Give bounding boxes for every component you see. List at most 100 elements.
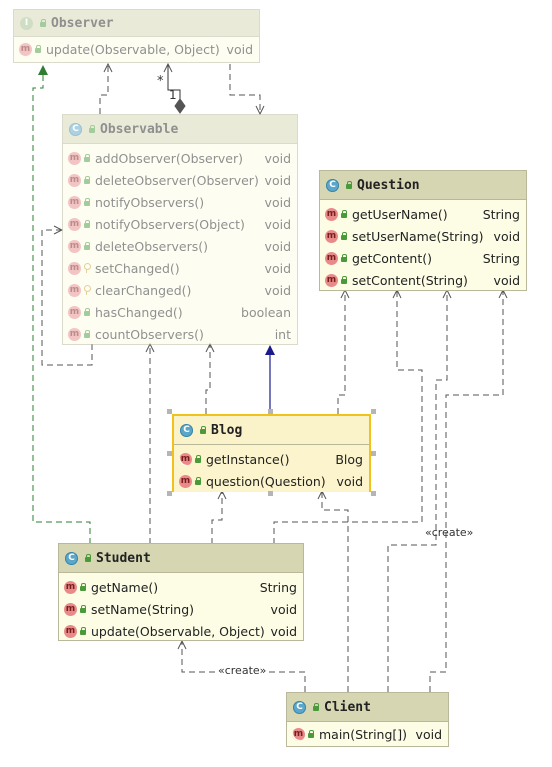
method-row[interactable]: m countObservers() int [63,323,297,345]
dependency-student-blog [211,491,222,544]
public-lock-icon [83,308,91,316]
public-lock-icon [79,627,87,635]
public-lock-icon [83,220,91,228]
public-lock-icon [83,154,91,162]
method-row[interactable]: m update(Observable, Object) void [14,38,259,60]
method-row[interactable]: m deleteObserver(Observer) void [63,169,297,191]
method-name: addObserver(Observer) [95,150,243,166]
method-icon: m [68,261,81,275]
method-icon: m [325,229,338,243]
method-return-type: void [415,726,442,742]
method-row[interactable]: m getName() String [59,576,303,598]
public-lock-icon [340,254,348,262]
method-icon: m [325,207,338,221]
selection-handle[interactable] [371,491,376,496]
method-row[interactable]: m setUserName(String) void [320,225,526,247]
public-lock-icon [199,426,207,434]
method-row[interactable]: m addObserver(Observer) void [63,147,297,169]
selection-handle[interactable] [268,409,273,414]
selection-handle[interactable] [167,409,172,414]
method-name: notifyObservers() [95,194,205,210]
method-row[interactable]: m hasChanged() boolean [63,301,297,323]
method-icon: m [179,474,192,488]
method-name: countObservers() [95,326,204,342]
public-lock-icon [34,45,42,53]
method-return-type: String [482,206,520,222]
public-lock-icon [79,605,87,613]
method-icon: m [19,42,32,56]
method-name: deleteObserver(Observer) [95,172,259,188]
public-lock-icon [88,125,96,133]
class-icon: C [326,178,339,192]
method-row[interactable]: m deleteObservers() void [63,235,297,257]
method-name: setContent(String) [352,272,468,288]
method-row[interactable]: m getUserName() String [320,203,526,225]
selection-handle[interactable] [371,409,376,414]
selection-handle[interactable] [167,451,172,456]
method-return-type: void [264,238,291,254]
method-row[interactable]: m setName(String) void [59,598,303,620]
class-icon: C [69,122,82,136]
method-row[interactable]: m notifyObservers() void [63,191,297,213]
selection-handle[interactable] [371,451,376,456]
method-name: main(String[]) [319,726,408,742]
class-client-header: C Client [287,693,448,722]
multiplicity-one-label: 1 [169,88,177,102]
dependency-client-blog [322,491,349,692]
method-name: update(Observable, Object) [91,623,265,639]
method-name: hasChanged() [95,304,183,320]
method-return-type: String [259,579,297,595]
method-row[interactable]: m getInstance() Blog [174,448,369,470]
method-row[interactable]: m clearChanged() void [63,279,297,301]
public-lock-icon [194,455,202,463]
method-icon: m [64,624,77,638]
class-student[interactable]: C Student m getName() String m setName(Strin… [58,543,304,641]
method-return-type: void [264,260,291,276]
method-name: question(Question) [206,473,326,489]
class-question[interactable]: C Question m getUserName() String m setUserN… [319,170,527,291]
dependency-blog-observable-1 [205,344,210,414]
class-blog[interactable]: C Blog m getInstance() Blog m question(Quest… [172,414,371,492]
dependency-blog-question [337,290,345,414]
method-row[interactable]: m setChanged() void [63,257,297,279]
method-icon: m [68,327,81,341]
method-row[interactable]: m question(Question) void [174,470,369,492]
dependency-observer-observable [229,64,260,114]
static-method-icon: m [179,452,192,466]
class-icon: C [65,551,78,565]
class-observable[interactable]: C Observable m addObserver(Observer) void m… [62,114,298,345]
method-name: setChanged() [95,260,180,276]
public-lock-icon [340,210,348,218]
method-row[interactable]: m update(Observable, Object) void [59,620,303,642]
class-observable-title: Observable [100,121,179,137]
method-icon: m [325,273,338,287]
selection-handle[interactable] [167,491,172,496]
method-icon: m [68,283,81,297]
method-name: getContent() [352,250,432,266]
method-row[interactable]: m getContent() String [320,247,526,269]
method-icon: m [68,305,81,319]
class-blog-methods: m getInstance() Blog m question(Question) voi… [174,445,369,492]
method-icon: m [68,195,81,209]
method-name: deleteObservers() [95,238,208,254]
method-icon: m [64,602,77,616]
public-lock-icon [83,198,91,206]
method-return-type: void [264,150,291,166]
public-lock-icon [79,583,87,591]
method-return-type: void [336,473,363,489]
selection-handle[interactable] [268,491,273,496]
protected-key-icon [83,285,91,295]
method-icon: m [68,217,81,231]
class-client-title: Client [324,699,371,715]
method-row[interactable]: m setContent(String) void [320,269,526,291]
class-student-header: C Student [59,544,303,573]
public-lock-icon [39,19,47,27]
method-row[interactable]: m notifyObservers(Object) void [63,213,297,235]
method-row[interactable]: m main(String[]) void [287,723,448,745]
class-icon: C [293,700,306,714]
class-client[interactable]: C Client m main(String[]) void [286,692,449,747]
method-return-type: void [264,216,291,232]
method-return-type: void [264,282,291,298]
method-return-type: void [270,623,297,639]
class-observer[interactable]: I Observer m update(Observable, Object) vo… [13,9,260,63]
